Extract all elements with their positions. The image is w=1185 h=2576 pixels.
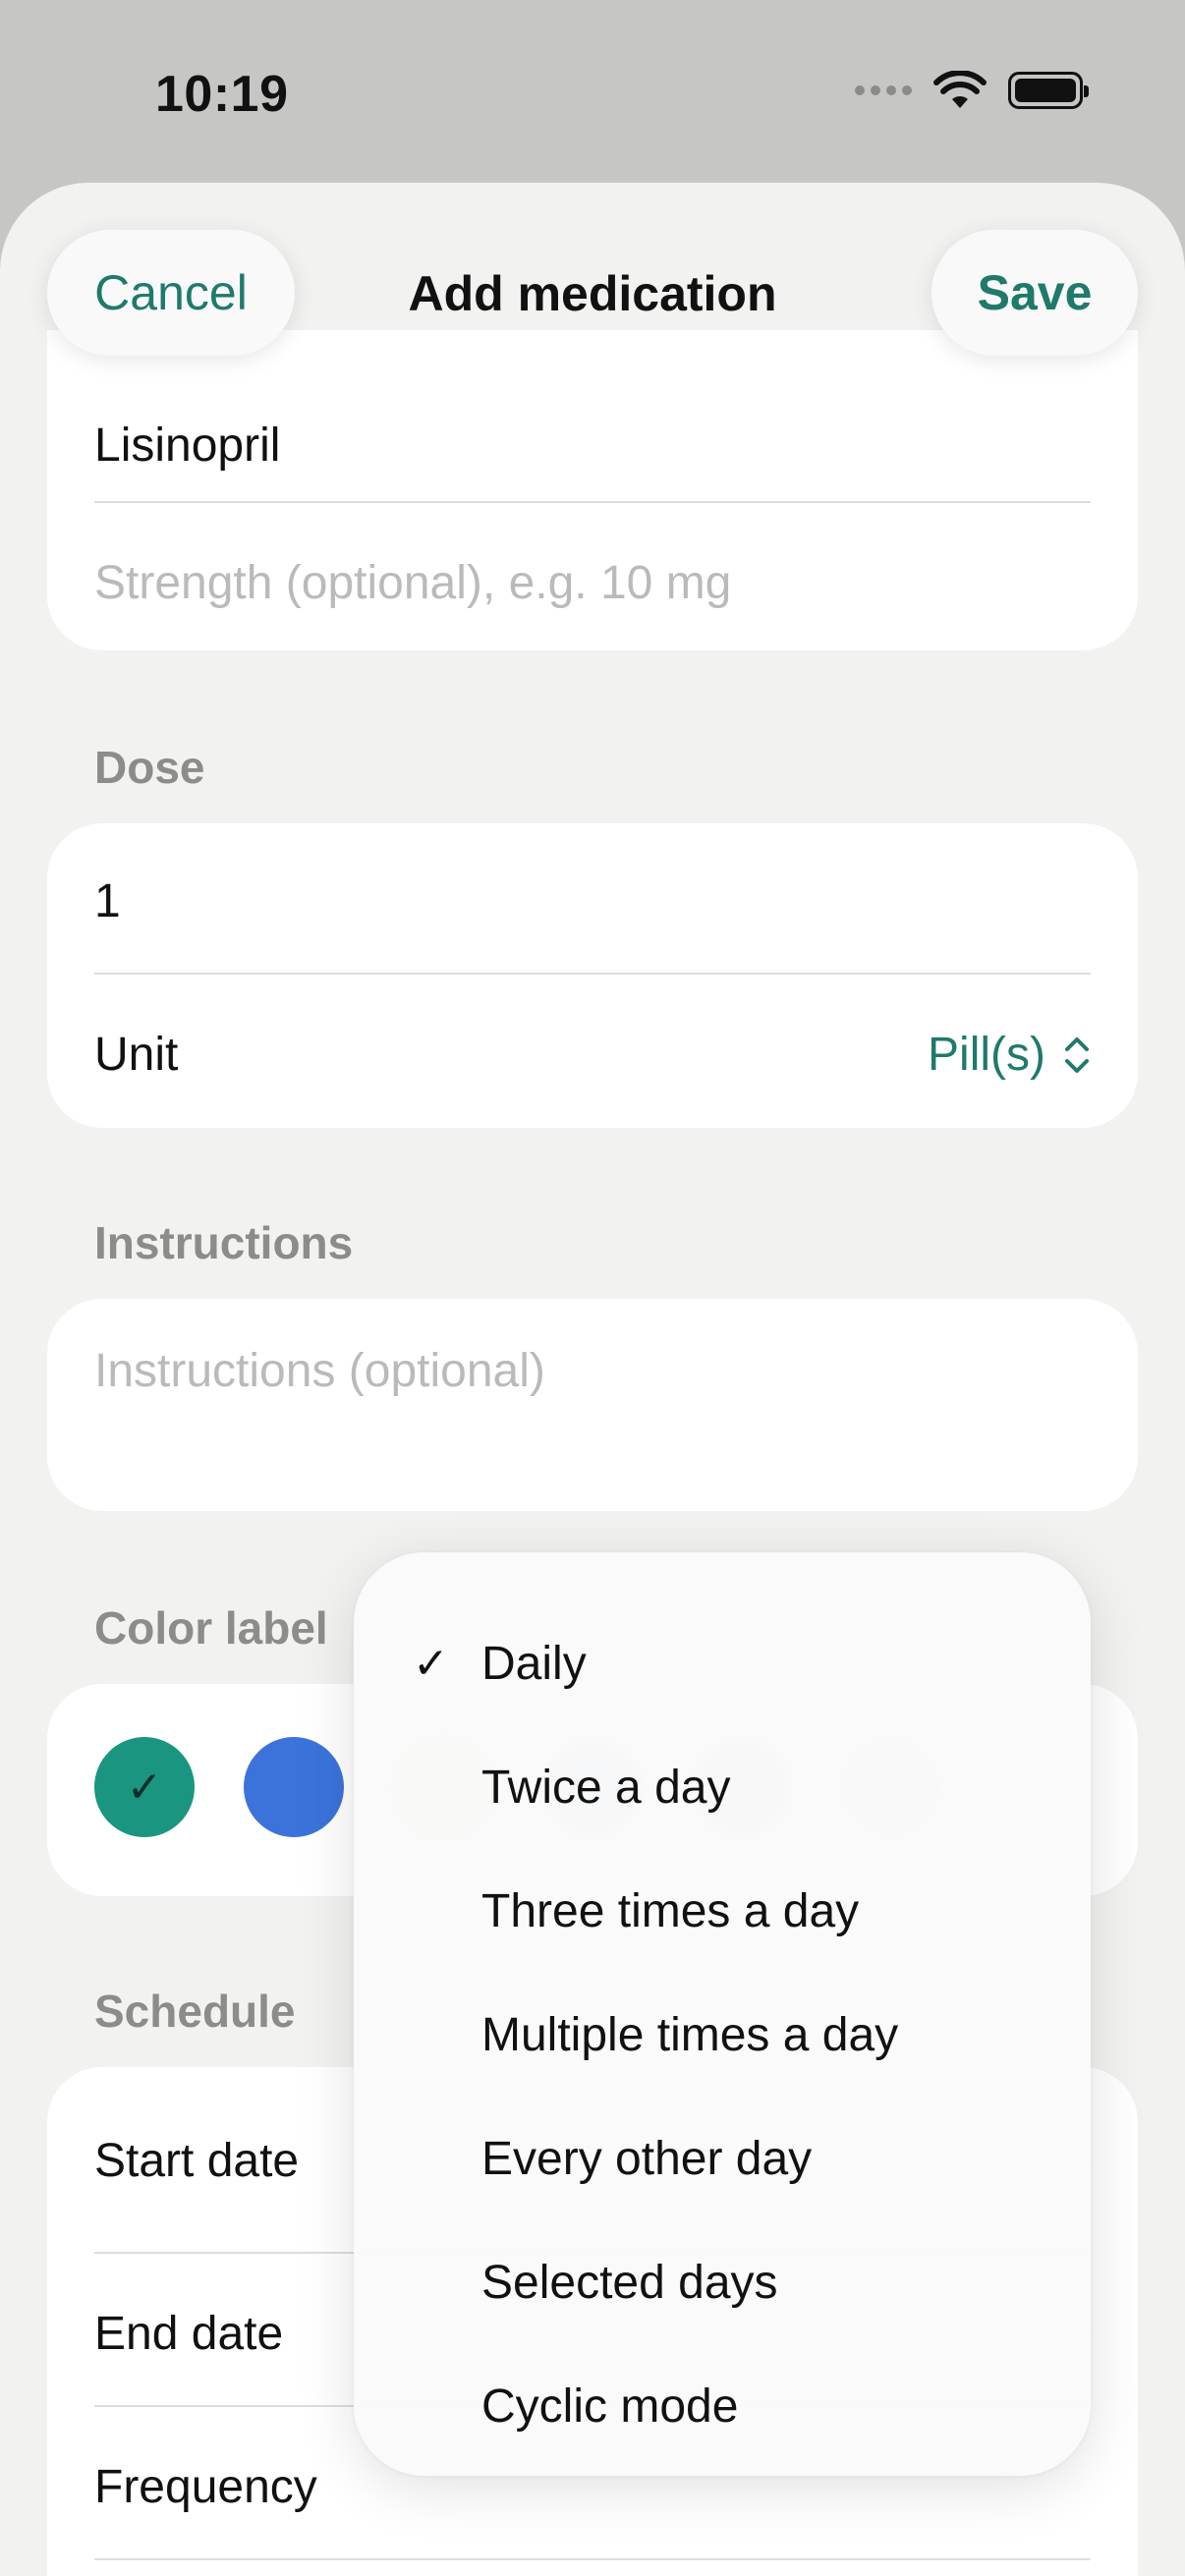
battery-icon [1008, 72, 1089, 109]
checkmark-icon: ✓ [126, 1763, 163, 1812]
menu-item-label: Multiple times a day [481, 2008, 899, 2061]
dose-section-label: Dose [94, 742, 205, 793]
menu-item-label: Three times a day [481, 1884, 860, 1937]
status-bar: 10:19 [0, 0, 1185, 183]
menu-item-label: Daily [481, 1637, 587, 1690]
menu-item-multiple-times-a-day[interactable]: Multiple times a day [354, 1973, 1091, 2097]
unit-value: Pill(s) [928, 1029, 1045, 1081]
color-swatch-blue[interactable] [244, 1737, 344, 1837]
menu-item-twice-a-day[interactable]: Twice a day [354, 1725, 1091, 1849]
schedule-section-label: Schedule [94, 1986, 296, 2037]
medication-name-field[interactable]: Lisinopril [94, 419, 1091, 473]
instructions-section-label: Instructions [94, 1217, 354, 1268]
status-time: 10:19 [155, 66, 289, 123]
instructions-field[interactable]: Instructions (optional) [94, 1344, 1091, 1398]
wifi-icon [933, 71, 987, 108]
divider [94, 973, 1091, 975]
save-button[interactable]: Save [931, 230, 1138, 356]
menu-item-label: Twice a day [481, 1761, 731, 1814]
cancel-button[interactable]: Cancel [47, 230, 295, 356]
medication-name-card: Lisinopril Strength (optional), e.g. 10 … [47, 330, 1138, 650]
divider [94, 501, 1091, 503]
menu-item-every-other-day[interactable]: Every other day [354, 2097, 1091, 2220]
divider [94, 2558, 1091, 2560]
instructions-card[interactable]: Instructions (optional) [47, 1299, 1138, 1511]
strength-field[interactable]: Strength (optional), e.g. 10 mg [94, 556, 1091, 610]
dose-amount-field[interactable]: 1 [94, 874, 1091, 928]
unit-picker[interactable]: Pill(s) [928, 1028, 1091, 1082]
menu-item-label: Every other day [481, 2132, 813, 2185]
menu-item-daily[interactable]: ✓ Daily [354, 1601, 1091, 1725]
menu-item-cyclic-mode[interactable]: Cyclic mode [354, 2344, 1091, 2468]
menu-item-selected-days[interactable]: Selected days [354, 2220, 1091, 2344]
menu-item-label: Cyclic mode [481, 2380, 739, 2433]
signal-dots-icon [855, 85, 912, 95]
menu-item-three-times-a-day[interactable]: Three times a day [354, 1849, 1091, 1973]
color-swatch-teal[interactable]: ✓ [94, 1737, 195, 1837]
color-label-section-label: Color label [94, 1602, 328, 1653]
frequency-menu: ✓ Daily Twice a day Three times a day Mu… [354, 1552, 1091, 2476]
status-icons [855, 71, 1089, 110]
dose-card: 1 Unit Pill(s) [47, 823, 1138, 1128]
chevron-up-down-icon [1065, 1036, 1089, 1073]
checkmark-icon: ✓ [413, 1639, 449, 1688]
menu-item-label: Selected days [481, 2256, 778, 2309]
